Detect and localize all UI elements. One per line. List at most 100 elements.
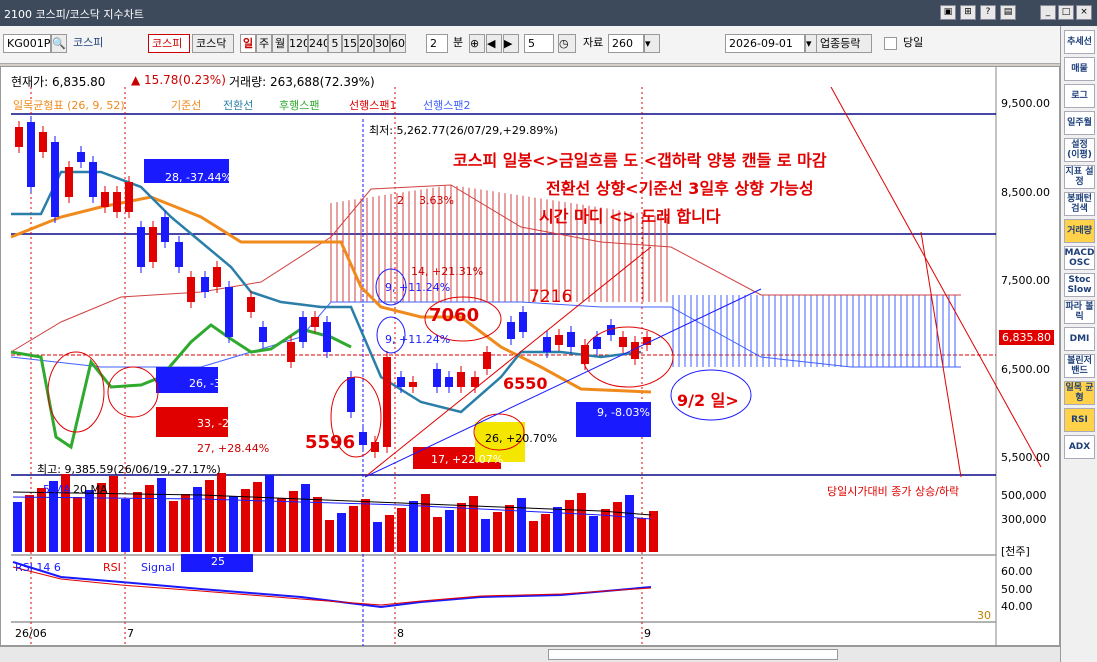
date-input[interactable]: 2026-09-01 — [725, 34, 805, 53]
volume-bar — [409, 501, 418, 552]
prev-icon[interactable]: ◀ — [486, 34, 502, 53]
low-label: 최저: 5,262.77(26/07/29,+29.89%) — [369, 124, 559, 137]
high-label: 최고: 9,385.59(26/06/19,-27.17%) — [37, 463, 221, 476]
pin-icon[interactable]: ▣ — [940, 5, 956, 20]
box-label: 9, -8.03% — [597, 406, 650, 419]
kosdaq-button[interactable]: 코스닥 — [192, 34, 234, 53]
volume-bar — [193, 487, 202, 552]
minimize-icon[interactable]: _ — [1040, 5, 1056, 20]
period-tab[interactable]: 월 — [272, 34, 288, 53]
code-input[interactable]: KG001P — [3, 34, 51, 53]
rsi-tick: 50.00 — [1001, 583, 1033, 596]
indicator-button[interactable]: 볼린저 밴드 — [1064, 354, 1095, 378]
indicator-button[interactable]: 지표 설정 — [1064, 165, 1095, 189]
volume-bar — [493, 512, 502, 552]
period-tab[interactable]: 주 — [256, 34, 272, 53]
indicator-button[interactable]: DMI — [1064, 327, 1095, 351]
candle-body — [201, 277, 209, 292]
period-tab[interactable]: 20 — [358, 34, 374, 53]
indicator-button[interactable]: ADX — [1064, 435, 1095, 459]
indicator-button[interactable]: Stoc Slow — [1064, 273, 1095, 297]
chevron-down-icon[interactable]: ▾ — [644, 34, 660, 53]
box-label: 26, +20.70% — [485, 432, 558, 445]
indicator-button[interactable]: MACD OSC — [1064, 246, 1095, 270]
candle-body — [149, 227, 157, 262]
minute-input[interactable]: 2 — [426, 34, 448, 53]
candle-body — [287, 342, 295, 362]
volume-bar — [373, 522, 382, 552]
box-label: 28, -37.44% — [165, 171, 232, 184]
volume-bar — [109, 476, 118, 552]
volume-bar — [625, 495, 634, 552]
price-tick: 6,500.00 — [1001, 363, 1050, 376]
box-label: 3.63% — [419, 194, 454, 207]
volume-bar — [157, 478, 166, 552]
clock-icon[interactable]: ◷ — [558, 34, 576, 53]
period-tab[interactable]: 60 — [390, 34, 406, 53]
indicator-button[interactable]: 추세선 — [1064, 30, 1095, 54]
highlight-circle — [107, 366, 159, 418]
indicator-button[interactable]: 거래량 — [1064, 219, 1095, 243]
volume-bar — [433, 517, 442, 552]
volume-bar — [73, 497, 82, 552]
candle-body — [383, 357, 391, 447]
candle-body — [323, 322, 331, 352]
indicator-button[interactable]: RSI — [1064, 408, 1095, 432]
data-count-input[interactable]: 260 — [608, 34, 644, 53]
candle-body — [347, 377, 355, 412]
period-tab[interactable]: 일 — [240, 34, 256, 53]
rsi-tick: 40.00 — [1001, 600, 1033, 613]
indicator-button[interactable]: 로그 — [1064, 84, 1095, 108]
month-label: 9 — [644, 627, 651, 640]
box-label: 27, +28.44% — [197, 442, 270, 455]
candle-body — [359, 432, 367, 445]
next-icon[interactable]: ▶ — [503, 34, 519, 53]
candle-body — [619, 337, 627, 347]
candle-body — [65, 167, 73, 197]
candle-body — [259, 327, 267, 342]
settings-icon[interactable]: ? — [980, 5, 996, 20]
box-label: 14, +21.31% — [411, 265, 484, 278]
legend-senkou1: 선행스팬1 — [349, 99, 397, 112]
bottom-scrollbar[interactable] — [0, 646, 1060, 662]
step-input[interactable]: 5 — [524, 34, 554, 53]
period-tab[interactable]: 15 — [342, 34, 358, 53]
period-tab[interactable]: 5 — [328, 34, 342, 53]
indicator-button[interactable]: 일주월 — [1064, 111, 1095, 135]
period-tab[interactable]: 240 — [308, 34, 328, 53]
indicator-button[interactable]: 일목 균형 — [1064, 381, 1095, 405]
indicator-button[interactable]: 설정 (이평) — [1064, 138, 1095, 162]
price-tick: 9,500.00 — [1001, 97, 1050, 110]
period-tab[interactable]: 120 — [288, 34, 308, 53]
annotation-5596: 5596 — [305, 432, 356, 453]
annotation-text: 코스피 일봉<>금일흐름 도 <갭하락 양봉 캔들 로 마감 — [453, 151, 827, 170]
kospi-button[interactable]: 코스피 — [148, 34, 190, 53]
close-icon[interactable]: × — [1076, 5, 1092, 20]
rsi-tick: 60.00 — [1001, 565, 1033, 578]
month-label: 7 — [127, 627, 134, 640]
candle-body — [137, 227, 145, 267]
zoom-icon[interactable]: ⊕ — [469, 34, 485, 53]
scroll-thumb[interactable] — [548, 649, 838, 660]
candle-body — [483, 352, 491, 369]
candle-body — [187, 277, 195, 302]
candle-body — [27, 122, 35, 187]
indicator-button[interactable]: 봉패턴 검색 — [1064, 192, 1095, 216]
link-icon[interactable]: ⊞ — [960, 5, 976, 20]
indicator-button[interactable]: 파라 볼릭 — [1064, 300, 1095, 324]
volume-bar — [565, 500, 574, 552]
period-tab[interactable]: 30 — [374, 34, 390, 53]
volume-bar — [133, 492, 142, 552]
candle-body — [125, 182, 133, 212]
candle-body — [397, 377, 405, 387]
volume-bar — [337, 513, 346, 552]
indicator-button[interactable]: 매물 — [1064, 57, 1095, 81]
volume-bar — [277, 498, 286, 552]
sector-button[interactable]: 업종등락 — [816, 34, 872, 53]
maximize-icon[interactable]: □ — [1058, 5, 1074, 20]
print-icon[interactable]: ▤ — [1000, 5, 1016, 20]
chart-area[interactable]: 현재가: 6,835.80 ▲ 15.78(0.23%) 거래량: 263,68… — [0, 66, 1060, 647]
search-icon[interactable]: 🔍 — [51, 34, 67, 53]
overlay-checkbox[interactable] — [884, 37, 897, 50]
price-tick: 7,500.00 — [1001, 274, 1050, 287]
